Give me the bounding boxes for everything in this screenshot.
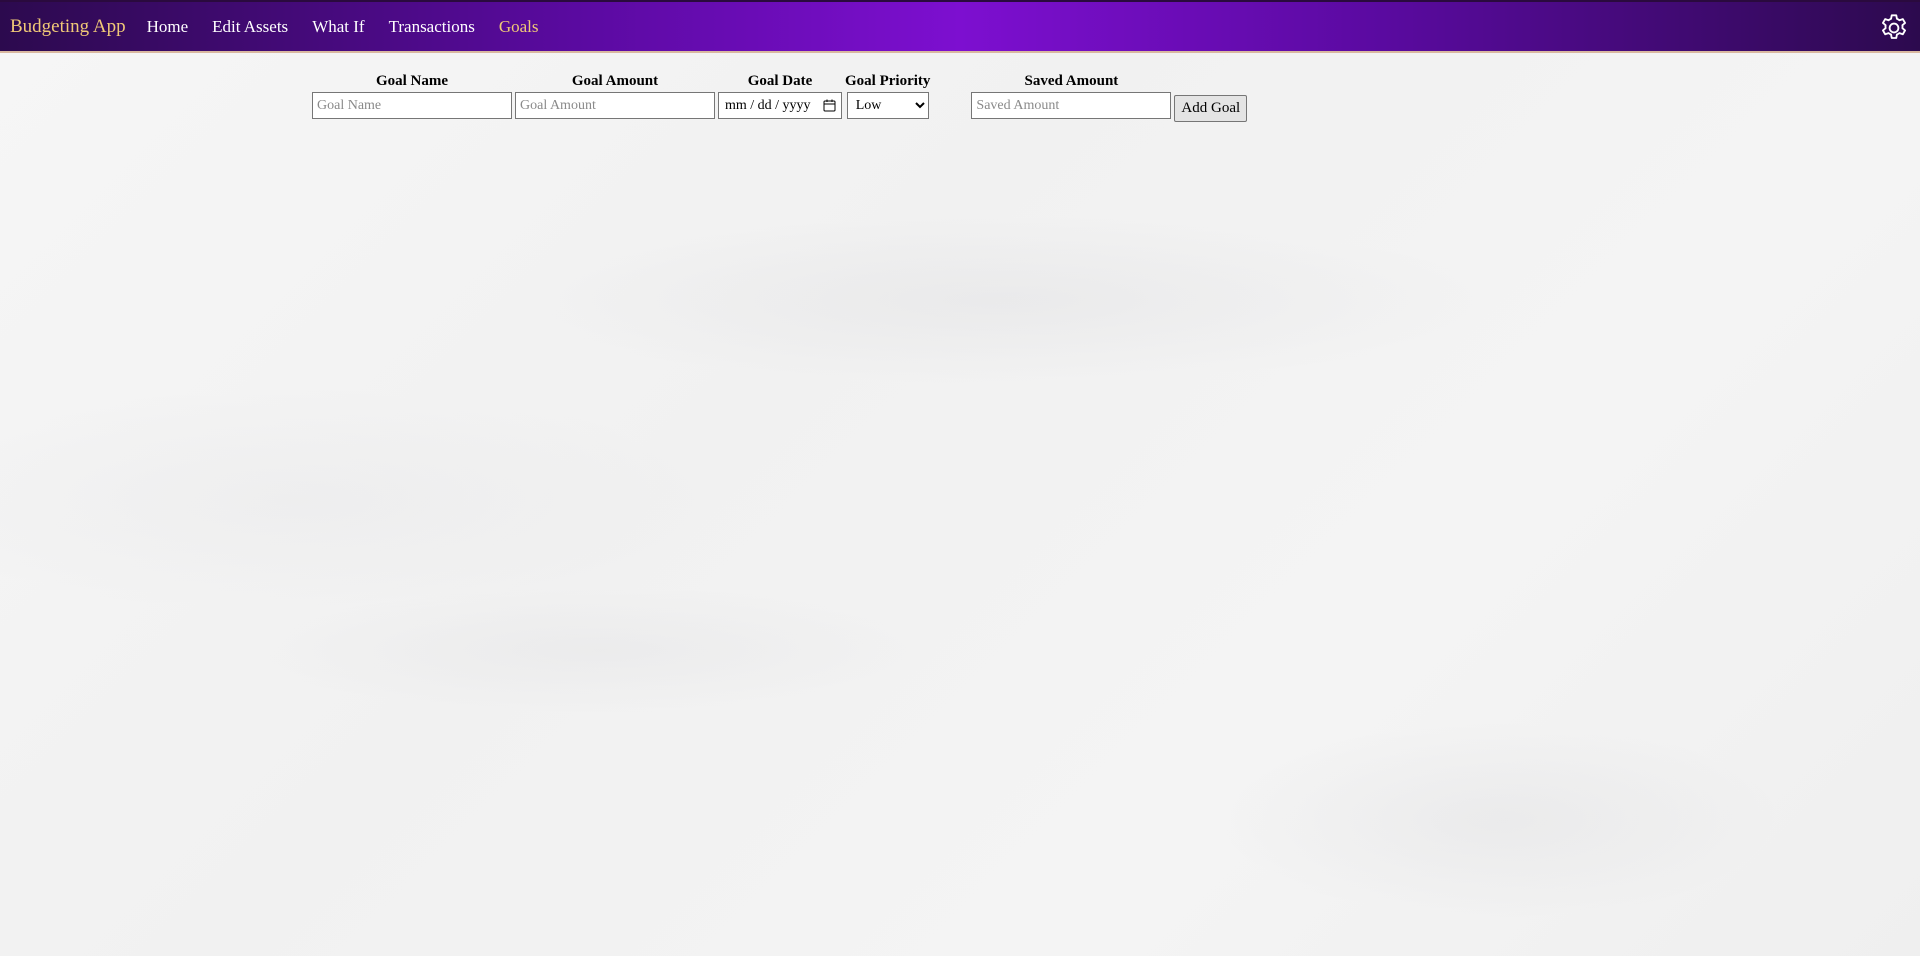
add-goal-form: Goal Name Goal Amount Goal Date mm / dd … xyxy=(312,70,1248,122)
goal-priority-field: Goal Priority Low xyxy=(845,70,930,119)
saved-amount-field: Saved Amount xyxy=(971,70,1172,119)
goal-date-label: Goal Date xyxy=(747,73,813,89)
add-goal-button[interactable]: Add Goal xyxy=(1174,95,1248,122)
calendar-icon[interactable] xyxy=(823,99,836,112)
nav-link-what-if[interactable]: What If xyxy=(312,17,364,37)
saved-amount-label: Saved Amount xyxy=(1024,73,1119,89)
top-navbar: Budgeting App Home Edit Assets What If T… xyxy=(0,0,1920,53)
nav-link-transactions[interactable]: Transactions xyxy=(389,17,475,37)
goal-name-label: Goal Name xyxy=(375,73,449,89)
goal-priority-select[interactable]: Low xyxy=(846,92,929,119)
goal-amount-input[interactable] xyxy=(515,92,715,119)
goal-date-input[interactable]: mm / dd / yyyy xyxy=(718,92,842,119)
goal-name-field: Goal Name xyxy=(312,70,512,119)
goal-amount-field: Goal Amount xyxy=(515,70,715,119)
settings-button[interactable] xyxy=(1878,12,1910,44)
goal-date-value: mm / dd / yyyy xyxy=(725,97,811,113)
gear-icon xyxy=(1882,14,1906,39)
nav-link-home[interactable]: Home xyxy=(147,17,189,37)
saved-amount-input[interactable] xyxy=(971,92,1172,119)
brand-link[interactable]: Budgeting App xyxy=(10,16,126,38)
goal-name-input[interactable] xyxy=(312,92,512,119)
goal-date-field: Goal Date mm / dd / yyyy xyxy=(718,70,842,119)
goal-amount-label: Goal Amount xyxy=(571,73,659,89)
nav-link-edit-assets[interactable]: Edit Assets xyxy=(212,17,288,37)
goal-priority-label: Goal Priority xyxy=(845,73,931,89)
nav-link-goals[interactable]: Goals xyxy=(499,17,539,37)
